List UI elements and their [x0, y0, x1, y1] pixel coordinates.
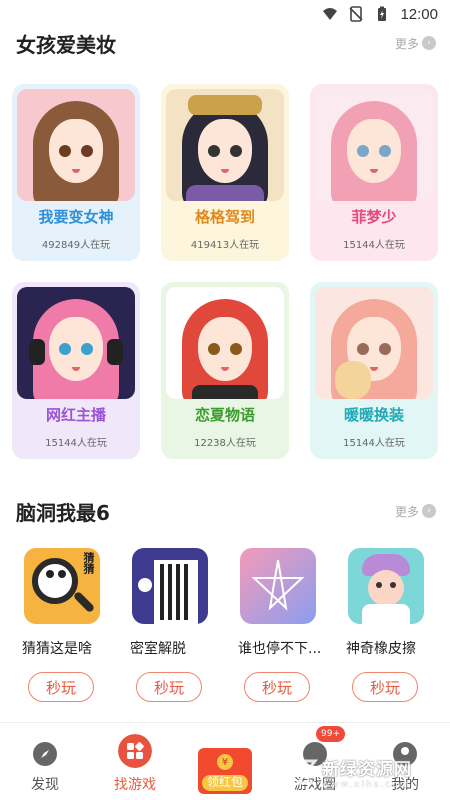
chevron-right-icon: ›: [422, 36, 436, 50]
girl-with-cat-icon: [315, 287, 433, 399]
play-button[interactable]: 秒玩: [28, 672, 94, 702]
game-name: 猜猜这是啥: [22, 641, 92, 657]
more-button[interactable]: 更多 ›: [395, 35, 436, 52]
status-bar: 12:00: [0, 0, 450, 28]
magnifier-panda-icon[interactable]: 猜猜: [24, 548, 100, 624]
list-item: 密室解脱 秒玩: [124, 548, 232, 702]
more-label: 更多: [394, 36, 419, 51]
brain-game-row: 猜猜 猜猜这是啥 秒玩 密室解脱 秒玩 谁也停不下... 秒玩 神奇橡皮擦 秒玩: [0, 548, 450, 702]
section-title: 女孩爱美妆: [16, 32, 116, 57]
game-card[interactable]: 网红主播 15144人在玩: [12, 282, 140, 459]
player-count: 15144人在玩: [343, 438, 405, 449]
watermark-logo-icon: [291, 759, 318, 785]
tab-red-envelope[interactable]: ¥ 领红包: [180, 730, 270, 800]
play-button[interactable]: 秒玩: [136, 672, 202, 702]
compass-icon: [33, 742, 57, 766]
no-sim-icon: [349, 6, 364, 22]
tab-discover[interactable]: 发现: [0, 730, 90, 800]
more-label: 更多: [394, 504, 419, 519]
star-line-icon[interactable]: [240, 548, 316, 624]
chevron-right-icon: ›: [422, 504, 436, 518]
play-button[interactable]: 秒玩: [244, 672, 310, 702]
section-header-makeup: 女孩爱美妆 更多 ›: [0, 28, 450, 58]
prison-door-icon[interactable]: [132, 548, 208, 624]
status-time: 12:00: [400, 5, 438, 23]
game-card[interactable]: 恋夏物语 12238人在玩: [161, 282, 289, 459]
player-count: 15144人在玩: [45, 438, 107, 449]
makeup-game-grid: 我要变女神 492849人在玩 格格驾到 419413人在玩 菲梦少 15144…: [12, 84, 438, 459]
list-item: 神奇橡皮擦 秒玩: [340, 548, 448, 702]
icon-tag: 猜猜: [82, 552, 95, 574]
brown-hair-girl-icon: [17, 89, 135, 201]
game-card[interactable]: 格格驾到 419413人在玩: [161, 84, 289, 261]
game-name: 神奇橡皮擦: [346, 641, 416, 657]
battery-charging-icon: [378, 6, 387, 21]
tab-divider: [0, 722, 450, 723]
list-item: 猜猜 猜猜这是啥 秒玩: [16, 548, 124, 702]
tab-label: 领红包: [206, 775, 243, 789]
player-count: 12238人在玩: [194, 438, 256, 449]
watermark-url: www.xlhs.com: [322, 779, 411, 790]
red-hair-girl-icon: [166, 287, 284, 399]
tab-label: 找游戏: [114, 777, 156, 793]
tab-find-games[interactable]: 找游戏: [90, 730, 180, 800]
game-name: 网红主播: [45, 406, 106, 424]
game-card[interactable]: 暖暖换装 15144人在玩: [310, 282, 438, 459]
wifi-icon: [323, 8, 338, 20]
game-card[interactable]: 菲梦少 15144人在玩: [310, 84, 438, 261]
princess-qing-dynasty-icon: [166, 89, 284, 201]
list-item: 谁也停不下... 秒玩: [232, 548, 340, 702]
game-name: 谁也停不下...: [238, 641, 322, 657]
more-button[interactable]: 更多 ›: [395, 503, 436, 520]
section-header-brain: 脑洞我最6 更多 ›: [0, 496, 450, 526]
game-name: 菲梦少: [351, 208, 397, 226]
game-name: 恋夏物语: [194, 406, 255, 424]
player-count: 419413人在玩: [190, 240, 260, 251]
game-name: 密室解脱: [130, 641, 186, 657]
game-name: 暖暖换装: [343, 406, 404, 424]
game-card[interactable]: 我要变女神 492849人在玩: [12, 84, 140, 261]
headphones-girl-icon: [17, 287, 135, 399]
towel-girl-icon[interactable]: [348, 548, 424, 624]
pink-hair-girl-icon: [315, 89, 433, 201]
player-count: 492849人在玩: [41, 240, 111, 251]
watermark: 新绿资源网 www.xlhs.com: [288, 750, 432, 794]
game-grid-icon: [118, 734, 152, 768]
game-name: 我要变女神: [38, 208, 114, 226]
game-name: 格格驾到: [194, 208, 255, 226]
section-title: 脑洞我最6: [16, 500, 110, 525]
play-button[interactable]: 秒玩: [352, 672, 418, 702]
tab-label: 发现: [31, 777, 59, 793]
player-count: 15144人在玩: [343, 240, 405, 251]
watermark-text: 新绿资源网: [322, 759, 412, 780]
notification-badge: 99+: [316, 726, 345, 742]
